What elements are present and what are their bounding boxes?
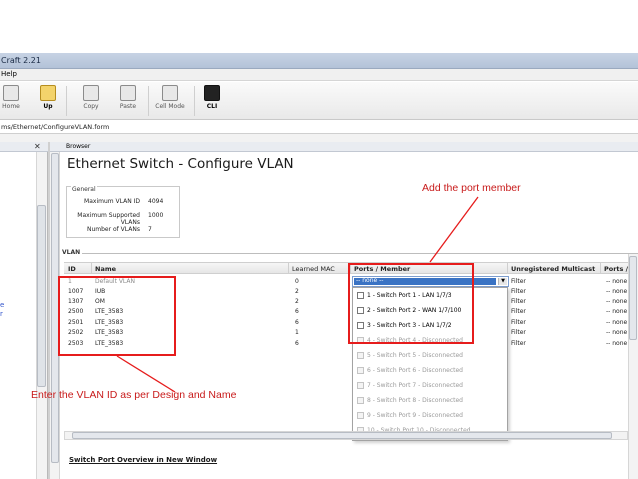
vlan-id-arrow (116, 355, 176, 393)
port-member-annotation: Add the port member (422, 182, 521, 194)
annotation-arrows (116, 196, 479, 393)
vlan-id-annotation: Enter the VLAN ID as per Design and Name (31, 389, 237, 401)
port-member-arrow (429, 196, 479, 263)
